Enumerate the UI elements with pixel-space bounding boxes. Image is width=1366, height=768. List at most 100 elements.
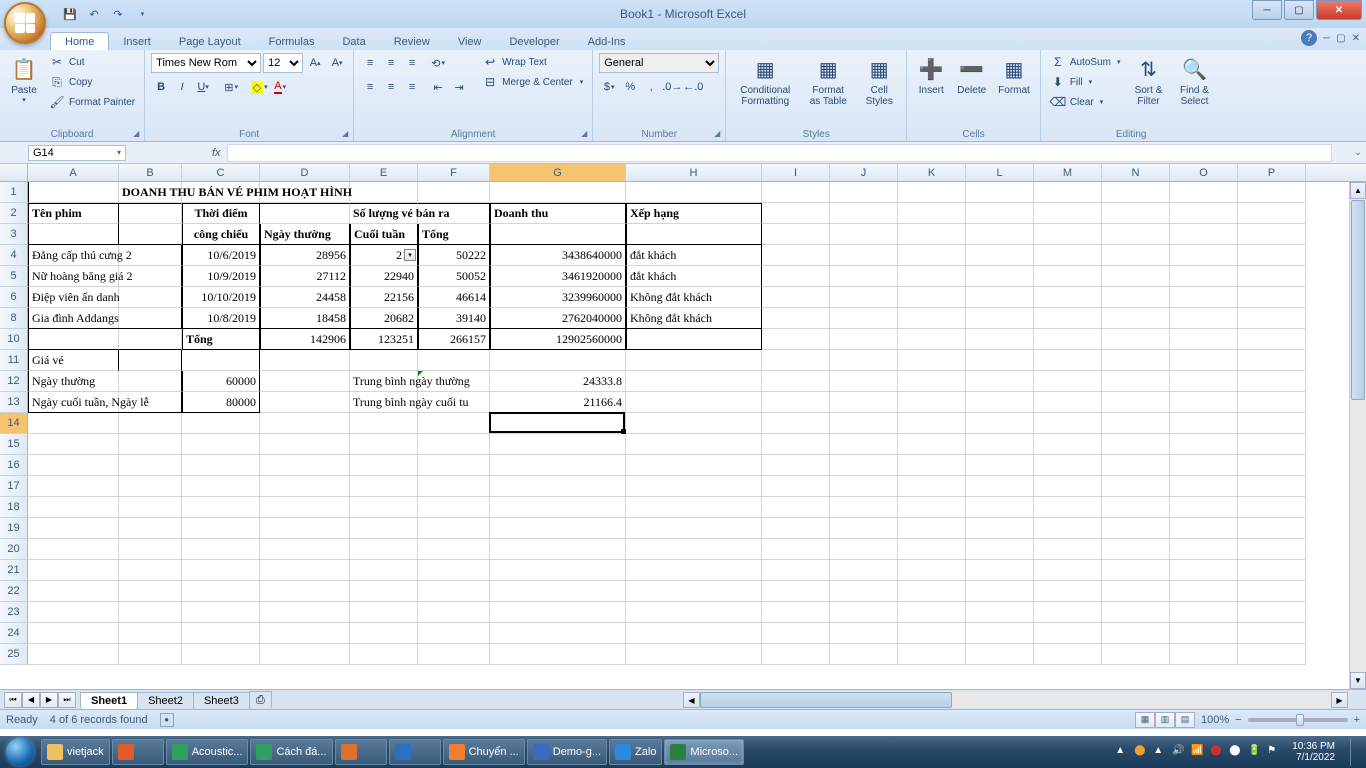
sheet-nav-first-icon[interactable]: ⏮	[4, 692, 22, 708]
cell[interactable]	[830, 497, 898, 518]
clipboard-launcher-icon[interactable]: ◢	[130, 127, 142, 139]
cell[interactable]	[1170, 644, 1238, 665]
cell[interactable]	[762, 455, 830, 476]
cell[interactable]	[350, 497, 418, 518]
cell[interactable]	[119, 455, 182, 476]
cell[interactable]	[762, 560, 830, 581]
cell[interactable]	[762, 434, 830, 455]
redo-icon[interactable]: ↷	[108, 4, 128, 24]
cell[interactable]	[490, 623, 626, 644]
taskbar-item[interactable]: Cách đá...	[250, 739, 332, 765]
cell[interactable]	[119, 413, 182, 434]
header-so-luong[interactable]: Số lượng vé bán ra	[350, 203, 418, 224]
cell[interactable]	[119, 224, 182, 245]
cell[interactable]	[762, 371, 830, 392]
cut-button[interactable]: ✂Cut	[46, 53, 138, 71]
cell[interactable]	[966, 203, 1034, 224]
cell[interactable]	[28, 476, 119, 497]
cell[interactable]	[119, 581, 182, 602]
cell[interactable]	[626, 371, 762, 392]
cell[interactable]	[1238, 455, 1306, 476]
cell[interactable]	[182, 644, 260, 665]
cell-xh[interactable]: Không đắt khách	[626, 308, 762, 329]
row-header[interactable]: 6	[0, 287, 28, 308]
cell[interactable]	[898, 518, 966, 539]
undo-icon[interactable]: ↶	[84, 4, 104, 24]
cell[interactable]	[260, 434, 350, 455]
bold-button[interactable]: B	[151, 77, 171, 97]
cell[interactable]	[1102, 266, 1170, 287]
cell[interactable]	[1238, 497, 1306, 518]
cell[interactable]	[966, 455, 1034, 476]
cell[interactable]	[490, 224, 626, 245]
cell[interactable]	[1102, 581, 1170, 602]
cell[interactable]	[898, 455, 966, 476]
cell-ngay[interactable]: 10/10/2019	[182, 287, 260, 308]
cell[interactable]	[626, 560, 762, 581]
cell[interactable]	[966, 497, 1034, 518]
cell[interactable]	[1034, 476, 1102, 497]
spreadsheet-grid[interactable]: ABCDEFGHIJKLMNOP 12345681011121314151617…	[0, 164, 1366, 689]
cell[interactable]	[490, 350, 626, 371]
cell[interactable]	[1102, 434, 1170, 455]
shrink-font-icon[interactable]: A▾	[327, 53, 347, 73]
row-header[interactable]: 21	[0, 560, 28, 581]
cell[interactable]	[260, 350, 350, 371]
alignment-launcher-icon[interactable]: ◢	[578, 127, 590, 139]
cell-tong[interactable]: 39140	[418, 308, 490, 329]
scroll-thumb[interactable]	[1351, 200, 1365, 400]
taskbar-clock[interactable]: 10:36 PM 7/1/2022	[1286, 741, 1341, 763]
cell[interactable]	[762, 413, 830, 434]
comma-icon[interactable]: ,	[641, 77, 661, 97]
cell[interactable]	[182, 434, 260, 455]
cell[interactable]	[830, 413, 898, 434]
scroll-left-icon[interactable]: ◀	[683, 692, 700, 708]
cell[interactable]	[182, 518, 260, 539]
cell-total-tong[interactable]: 266157	[418, 329, 490, 350]
cell[interactable]	[119, 203, 182, 224]
cell[interactable]	[1238, 392, 1306, 413]
cell[interactable]	[1170, 476, 1238, 497]
cell[interactable]	[966, 434, 1034, 455]
cell[interactable]	[966, 287, 1034, 308]
cell[interactable]	[966, 308, 1034, 329]
cell-nt-lbl[interactable]: Ngày thường	[28, 371, 182, 392]
row-header[interactable]: 15	[0, 434, 28, 455]
save-icon[interactable]: 💾	[60, 4, 80, 24]
cell[interactable]	[1170, 392, 1238, 413]
row-header[interactable]: 22	[0, 581, 28, 602]
cell[interactable]	[418, 203, 490, 224]
cell[interactable]	[966, 602, 1034, 623]
cell[interactable]	[898, 497, 966, 518]
maximize-button[interactable]: ▢	[1284, 0, 1314, 20]
cell[interactable]	[490, 644, 626, 665]
row-header[interactable]: 8	[0, 308, 28, 329]
row-header[interactable]: 20	[0, 539, 28, 560]
cell[interactable]	[1034, 203, 1102, 224]
cell[interactable]	[418, 518, 490, 539]
sheet-tab-1[interactable]: Sheet1	[80, 692, 138, 709]
cell[interactable]	[418, 602, 490, 623]
cell[interactable]	[1238, 476, 1306, 497]
cell[interactable]	[1238, 371, 1306, 392]
cell[interactable]	[28, 455, 119, 476]
cell[interactable]	[418, 560, 490, 581]
formula-bar-expand-icon[interactable]: ⌄	[1350, 147, 1366, 158]
cell[interactable]	[1238, 413, 1306, 434]
cell[interactable]	[1102, 602, 1170, 623]
cell[interactable]	[1170, 266, 1238, 287]
cell[interactable]	[260, 476, 350, 497]
header-thoi-diem[interactable]: Thời điểm	[182, 203, 260, 224]
cell[interactable]	[966, 539, 1034, 560]
cell[interactable]	[1102, 476, 1170, 497]
cell[interactable]	[119, 434, 182, 455]
cell[interactable]	[966, 644, 1034, 665]
column-header[interactable]: O	[1170, 164, 1238, 181]
cell[interactable]	[762, 518, 830, 539]
cell[interactable]	[1102, 539, 1170, 560]
sheet-nav-last-icon[interactable]: ⏭	[58, 692, 76, 708]
cell[interactable]	[762, 266, 830, 287]
cell-nc-lbl[interactable]: Ngày cuối tuần, Ngày lễ	[28, 392, 182, 413]
cell[interactable]	[350, 644, 418, 665]
cell[interactable]	[418, 455, 490, 476]
